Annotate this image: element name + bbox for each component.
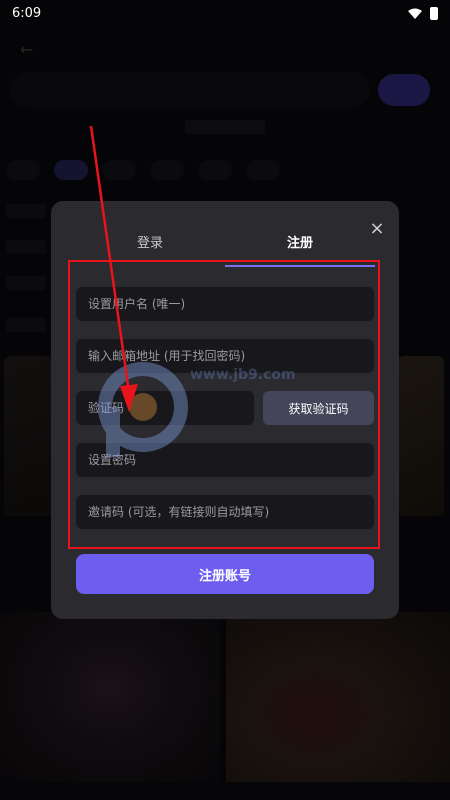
battery-icon	[430, 6, 438, 20]
invite-code-field[interactable]	[76, 495, 374, 529]
tab-login[interactable]: 登录	[75, 231, 225, 263]
wifi-icon	[408, 8, 422, 19]
get-code-button[interactable]: 获取验证码	[263, 391, 374, 425]
username-field[interactable]	[76, 287, 374, 321]
auth-tabs: 登录 注册	[75, 231, 375, 269]
status-bar: 6:09	[0, 0, 450, 26]
watermark-text: www.jb9.com	[190, 367, 296, 383]
active-tab-indicator	[225, 265, 375, 267]
tab-register[interactable]: 注册	[225, 231, 375, 263]
status-time: 6:09	[12, 5, 42, 21]
watermark-logo	[98, 362, 188, 457]
register-submit-button[interactable]: 注册账号	[76, 554, 374, 594]
